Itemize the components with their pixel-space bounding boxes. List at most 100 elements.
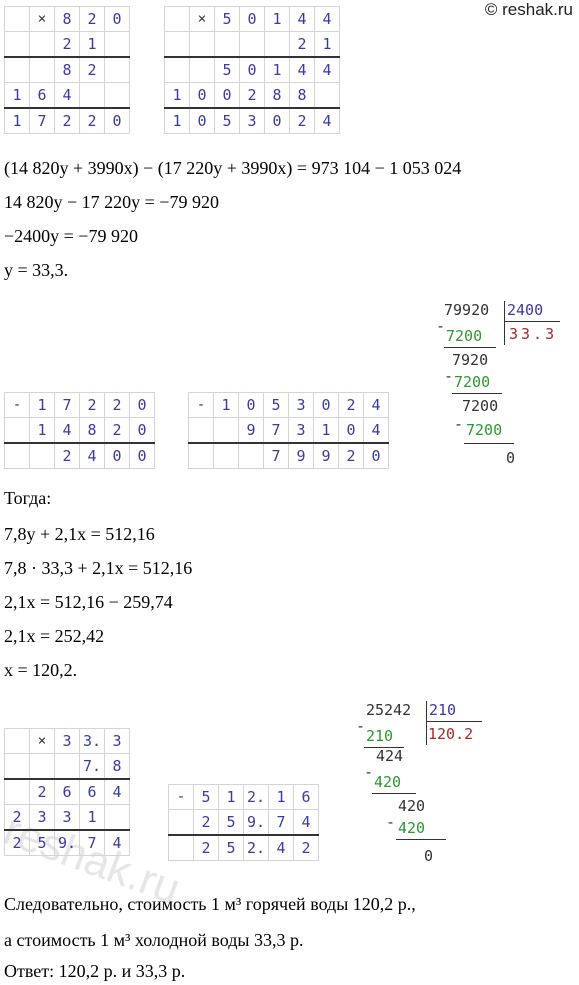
equation-line-9: x = 120,2. xyxy=(4,660,78,680)
div1-quotient: 33.3 xyxy=(509,325,558,343)
grid-row: -5 1 2. 1 6 xyxy=(168,784,319,810)
grid-cell: 9 xyxy=(288,442,314,469)
grid-cell xyxy=(188,417,214,444)
grid-cell xyxy=(188,442,214,469)
grid-cell: 9. xyxy=(54,829,80,856)
grid-cell xyxy=(164,6,190,32)
watermark: © reshak.ru xyxy=(484,0,573,19)
grid-cell: 3 xyxy=(54,728,80,754)
grid-cell: 1 xyxy=(4,107,30,134)
grid-cell: 0 xyxy=(104,442,130,469)
grid-row: 100288 xyxy=(164,82,340,109)
answer-line: Ответ: 120,2 р. и 33,3 р. xyxy=(4,961,186,981)
grid-cell: 2 xyxy=(4,829,30,856)
grid-cell: 0 xyxy=(189,82,215,109)
grid-cell: 4 xyxy=(314,56,340,83)
grid-cell: 7 xyxy=(79,829,105,856)
grid-cell xyxy=(213,442,239,469)
grid-cell: 2 xyxy=(79,56,105,83)
equation-line-6: 7,8 · 33,3 + 2,1x = 512,16 xyxy=(4,558,193,578)
grid-cell: 5 xyxy=(218,809,244,836)
grid-cell: 2 xyxy=(79,107,105,134)
grid-cell: 2 xyxy=(193,809,219,836)
grid-cell xyxy=(29,31,55,58)
grid-cell: 0 xyxy=(129,417,155,444)
grid-cell: 9 xyxy=(238,417,264,444)
grid-cell xyxy=(238,442,264,469)
grid-cell: 8 xyxy=(79,417,105,444)
grid-cell: 2 xyxy=(79,392,105,418)
grid-cell: 1 xyxy=(29,417,55,444)
grid-cell: 3 xyxy=(288,417,314,444)
grid-cell: 0 xyxy=(313,392,339,418)
equation-line-1: (14 820y + 3990x) − (17 220y + 3990x) = … xyxy=(4,158,462,178)
minus-sign: - xyxy=(454,415,464,433)
minus-sign: - xyxy=(386,813,396,831)
grid-cell: 2 xyxy=(289,107,315,134)
grid-cell xyxy=(104,82,130,109)
grid-cell: 3 xyxy=(29,804,55,831)
grid-cell: 1 xyxy=(218,784,244,810)
grid-cell: 0 xyxy=(338,417,364,444)
div2-dividend: 25242 xyxy=(366,701,412,719)
grid-cell: 7 xyxy=(268,809,294,836)
grid-row: 1053024 xyxy=(164,107,340,134)
div1-rem3: 0 xyxy=(506,449,516,467)
grid-cell: 8 xyxy=(104,753,130,780)
grid-row: 21 xyxy=(4,31,130,58)
conclusion-line-1: Следовательно, стоимость 1 м³ горячей во… xyxy=(4,894,416,914)
grid-cell: 5 xyxy=(218,834,244,861)
div2-quotient: 120.2 xyxy=(428,725,474,743)
grid-cell: 4 xyxy=(363,417,389,444)
grid-row: 7. 8 xyxy=(4,753,130,780)
grid-cell: 5 xyxy=(214,56,240,83)
grid-cell: 7 xyxy=(263,442,289,469)
grid-cell: 1 xyxy=(313,417,339,444)
grid-cell: 8 xyxy=(264,82,290,109)
grid-cell: 4 xyxy=(104,778,130,805)
grid-row: 2 5 2. 4 2 xyxy=(168,834,319,861)
grid-cell xyxy=(104,804,130,831)
grid-row: 79920 xyxy=(188,442,389,469)
grid-cell: 0 xyxy=(363,442,389,469)
multiplication-grid-3: × 3 3. 3 7. 8 2 6 6 4 2 3 3 1 2 5 9. 7 4 xyxy=(4,728,130,856)
grid-cell: 6 xyxy=(54,778,80,805)
grid-cell: 4 xyxy=(54,82,80,109)
equation-line-4: y = 33,3. xyxy=(4,260,69,280)
grid-cell xyxy=(168,809,194,836)
grid-cell: - xyxy=(4,392,30,418)
grid-cell: × xyxy=(189,6,215,32)
grid-cell xyxy=(4,728,30,754)
grid-cell xyxy=(4,31,30,58)
grid-cell xyxy=(29,442,55,469)
grid-cell: 5 xyxy=(29,829,55,856)
grid-cell: 0 xyxy=(104,6,130,32)
div1-sub1: 7200 xyxy=(446,327,483,345)
grid-cell: 0 xyxy=(189,107,215,134)
grid-cell: 0 xyxy=(129,442,155,469)
multiplication-grid-1: × 8 2 0 2 1 8 2 1 6 4 1 7 2 2 0 xyxy=(4,6,130,134)
minus-sign: - xyxy=(364,763,374,781)
grid-cell xyxy=(104,31,130,58)
subtraction-grid-3: -5 1 2. 1 6 2 5 9. 7 4 2 5 2. 4 2 xyxy=(168,784,319,861)
grid-cell xyxy=(314,82,340,109)
grid-cell: 1 xyxy=(264,6,290,32)
multiplication-grid-2: × 5 0 1 4 4 2 1 5 0 1 4 4 1 0 0 2 8 8 1 0 5 3 0 2 4 xyxy=(164,6,340,134)
grid-cell: 4 xyxy=(54,417,80,444)
grid-cell: 4 xyxy=(314,6,340,32)
grid-cell: 2 xyxy=(79,6,105,32)
grid-cell: - xyxy=(188,392,214,418)
grid-row: -1053024 xyxy=(188,392,389,418)
grid-row: -17220 xyxy=(4,392,155,418)
minus-sign: - xyxy=(356,717,366,735)
grid-cell: 0 xyxy=(264,107,290,134)
grid-cell: 0 xyxy=(239,6,265,32)
equation-line-2: 14 820y − 17 220y = −79 920 xyxy=(4,192,219,212)
grid-row: 973104 xyxy=(188,417,389,444)
div1-dividend: 79920 xyxy=(444,301,490,319)
grid-cell: 5 xyxy=(193,784,219,810)
grid-row: × 3 3. 3 xyxy=(4,728,130,754)
div2-divisor: 210 xyxy=(429,701,457,719)
grid-cell: 6 xyxy=(29,82,55,109)
grid-cell: 3 xyxy=(104,728,130,754)
